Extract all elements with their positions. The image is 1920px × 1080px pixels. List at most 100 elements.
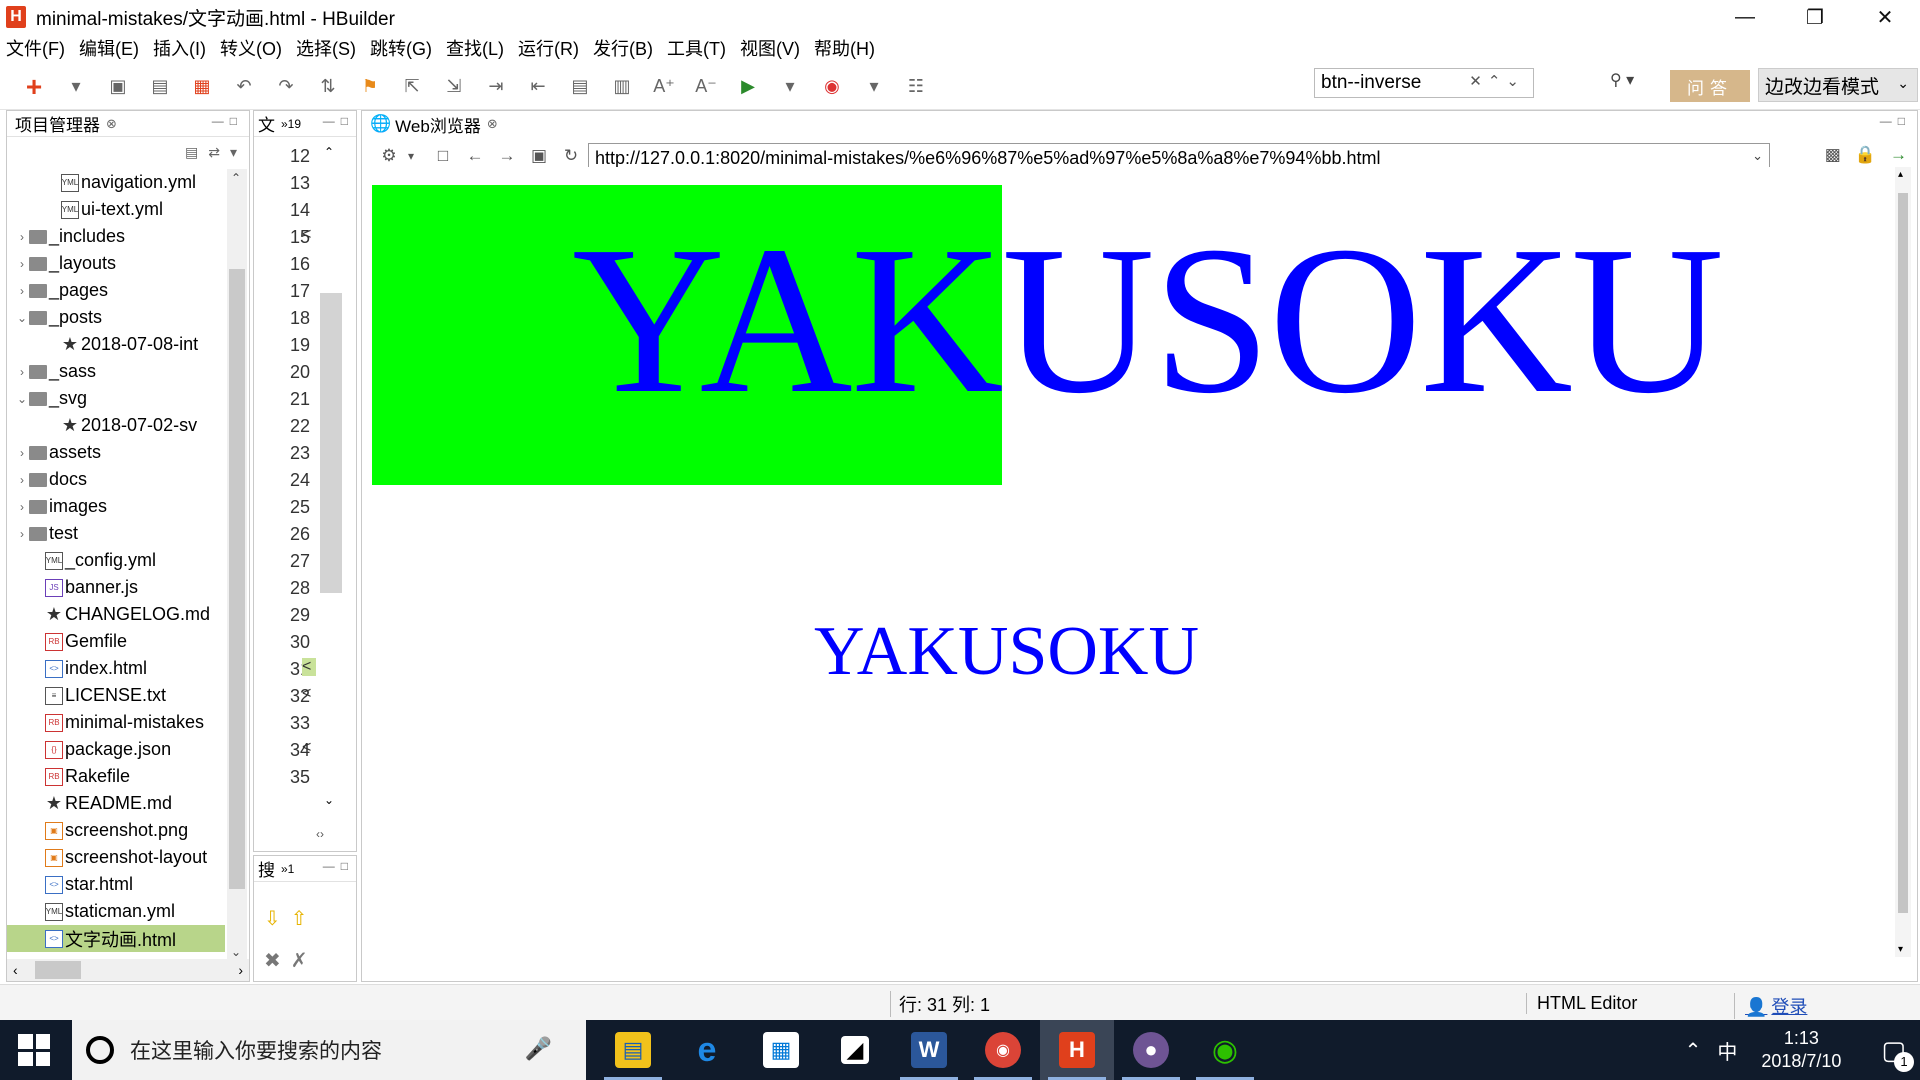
- expand-arrow-icon[interactable]: ›: [15, 230, 29, 244]
- more-tabs-indicator[interactable]: »19: [281, 117, 301, 131]
- minimize-button[interactable]: —: [1710, 0, 1780, 34]
- tree-item[interactable]: YML staticman.yml: [7, 898, 225, 925]
- view-mode-select[interactable]: 边改边看模式 ⌄: [1758, 68, 1918, 102]
- tab-web-browser[interactable]: 🌐 Web浏览器 ⊗: [370, 112, 498, 137]
- panel-minmax-icons[interactable]: —□: [323, 859, 354, 873]
- restore-button[interactable]: ❐: [1780, 0, 1850, 34]
- tree-item[interactable]: YML _config.yml: [7, 547, 225, 574]
- tree-item[interactable]: ⌄ _svg: [7, 385, 225, 412]
- tree-item[interactable]: RB Rakefile: [7, 763, 225, 790]
- save-all-icon[interactable]: ▤: [146, 73, 174, 101]
- menu-item[interactable]: 编辑(E): [79, 35, 139, 61]
- next-result-icon[interactable]: ⇩: [264, 906, 281, 931]
- menu-item[interactable]: 转义(O): [220, 35, 282, 61]
- menu-item[interactable]: 文件(F): [6, 35, 65, 61]
- lock-icon[interactable]: 🔒: [1855, 145, 1876, 165]
- tree-item[interactable]: › test: [7, 520, 225, 547]
- close-icon[interactable]: ⊗: [487, 116, 498, 132]
- tree-item[interactable]: <> index.html: [7, 655, 225, 682]
- tree-item[interactable]: › _sass: [7, 358, 225, 385]
- undo-icon[interactable]: ↶: [230, 73, 258, 101]
- scrollbar-thumb[interactable]: [229, 269, 245, 889]
- code-fragment[interactable]: <: [302, 226, 316, 244]
- start-windows-icon[interactable]: [18, 1034, 50, 1066]
- tree-vertical-scrollbar[interactable]: ⌃ ⌄: [227, 169, 247, 961]
- code-fragment[interactable]: <: [302, 685, 316, 703]
- code-fragment[interactable]: <: [302, 739, 316, 757]
- scroll-left-icon[interactable]: ‹: [13, 962, 18, 978]
- tree-item[interactable]: YML navigation.yml: [7, 169, 225, 196]
- tree-item[interactable]: ▣ screenshot-layout: [7, 844, 225, 871]
- tree-item[interactable]: RB minimal-mistakes: [7, 709, 225, 736]
- tree-item[interactable]: › images: [7, 493, 225, 520]
- redo-icon[interactable]: ↷: [272, 73, 300, 101]
- tree-item[interactable]: ▣ screenshot.png: [7, 817, 225, 844]
- expand-arrow-icon[interactable]: ›: [15, 284, 29, 298]
- tree-horizontal-scrollbar[interactable]: ‹ ›: [7, 959, 249, 981]
- toolbar-search-input[interactable]: btn--inverse ✕⌃⌄: [1314, 68, 1534, 98]
- expand-arrow-icon[interactable]: ›: [15, 473, 29, 487]
- clock[interactable]: 1:13 2018/7/10: [1761, 1027, 1841, 1074]
- view-menu-icon[interactable]: ▾: [230, 144, 237, 161]
- new-file-icon[interactable]: +: [20, 71, 48, 102]
- github-icon[interactable]: ●: [1114, 1020, 1188, 1080]
- close-file-icon[interactable]: ▦: [188, 73, 216, 101]
- goto-icon[interactable]: ⇱: [398, 73, 426, 101]
- run-dropdown-icon[interactable]: ▾: [776, 73, 804, 101]
- indent-icon[interactable]: ⇥: [482, 73, 510, 101]
- close-icon[interactable]: ⊗: [106, 116, 117, 132]
- export-icon[interactable]: ⇲: [440, 73, 468, 101]
- viewport-vertical-scrollbar[interactable]: ▴ ▾: [1895, 167, 1911, 957]
- expand-arrow-icon[interactable]: ⌄: [15, 311, 29, 325]
- tab-code-file[interactable]: 文: [258, 111, 275, 136]
- word-icon[interactable]: W: [892, 1020, 966, 1080]
- tree-item[interactable]: ⌄ _posts: [7, 304, 225, 331]
- tree-item[interactable]: ≡ LICENSE.txt: [7, 682, 225, 709]
- edge-icon[interactable]: e: [670, 1020, 744, 1080]
- tree-item[interactable]: ★ README.md: [7, 790, 225, 817]
- menu-item[interactable]: 视图(V): [740, 35, 800, 61]
- scroll-up-icon[interactable]: ⌃: [231, 171, 241, 185]
- tree-item[interactable]: <> star.html: [7, 871, 225, 898]
- save-icon[interactable]: ▣: [104, 73, 132, 101]
- browser-dropdown-icon[interactable]: ▾: [860, 73, 888, 101]
- scrollbar-thumb[interactable]: [1898, 193, 1908, 913]
- tab-search[interactable]: 搜: [258, 856, 275, 881]
- menu-item[interactable]: 发行(B): [593, 35, 653, 61]
- find-icon[interactable]: ⚲ ▾: [1610, 70, 1634, 90]
- notification-center-icon[interactable]: ▢ 1: [1881, 1035, 1914, 1072]
- menu-item[interactable]: 工具(T): [667, 35, 726, 61]
- forward-arrow-icon[interactable]: →: [494, 146, 520, 166]
- chrome-icon[interactable]: ◉: [966, 1020, 1040, 1080]
- remove-result-icon[interactable]: ✖: [264, 948, 281, 973]
- code-nav-icon[interactable]: ‹›: [316, 827, 324, 841]
- stop-icon[interactable]: ▣: [526, 146, 552, 166]
- scroll-down-icon[interactable]: ▾: [1898, 944, 1903, 955]
- menu-item[interactable]: 跳转(G): [370, 35, 432, 61]
- scroll-up-icon[interactable]: ⌃: [324, 145, 334, 159]
- code-vertical-scrollbar[interactable]: ⌃ ⌄: [316, 143, 344, 823]
- font-increase-icon[interactable]: A⁺: [650, 73, 678, 101]
- qr-code-icon[interactable]: ▩: [1825, 145, 1841, 165]
- menu-item[interactable]: 运行(R): [518, 35, 579, 61]
- login-link[interactable]: 👤 登录: [1734, 993, 1807, 1019]
- panel-minmax-icons[interactable]: —□: [323, 114, 354, 128]
- expand-arrow-icon[interactable]: ›: [15, 527, 29, 541]
- font-decrease-icon[interactable]: A⁻: [692, 73, 720, 101]
- menu-item[interactable]: 帮助(H): [814, 35, 875, 61]
- new-dropdown-icon[interactable]: ▾: [62, 73, 90, 101]
- console-icon[interactable]: □: [430, 146, 456, 166]
- run-icon[interactable]: ▶: [734, 73, 762, 101]
- tree-item[interactable]: {} package.json: [7, 736, 225, 763]
- back-arrow-icon[interactable]: ←: [462, 146, 488, 166]
- outdent-icon[interactable]: ⇤: [524, 73, 552, 101]
- collapse-all-icon[interactable]: ▤: [185, 144, 198, 161]
- tree-item[interactable]: <> 文字动画.html: [7, 925, 225, 952]
- code-fragment[interactable]: <: [302, 658, 316, 676]
- go-arrow-icon[interactable]: →: [1890, 145, 1907, 165]
- panel-minmax-icons[interactable]: —□: [1880, 114, 1911, 128]
- remove-all-results-icon[interactable]: ✗: [291, 948, 308, 973]
- file-explorer-icon[interactable]: ▤: [596, 1020, 670, 1080]
- tree-item[interactable]: JS banner.js: [7, 574, 225, 601]
- comment-icon[interactable]: ▤: [566, 73, 594, 101]
